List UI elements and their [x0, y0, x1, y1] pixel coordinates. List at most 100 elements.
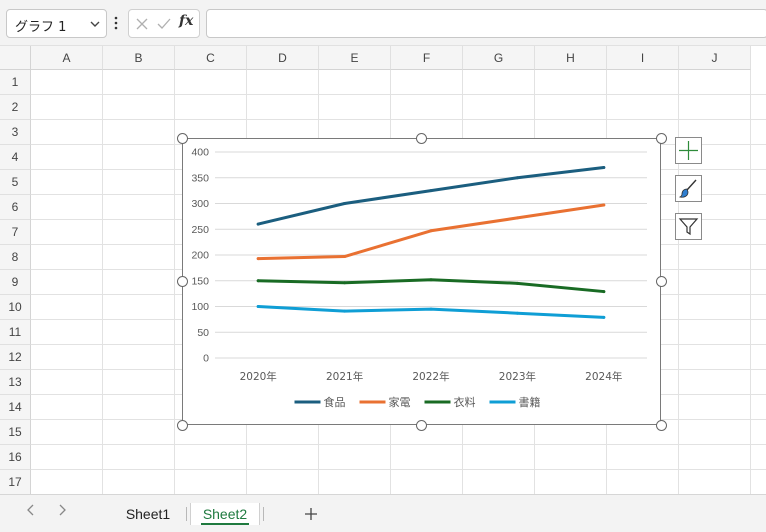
resize-handle[interactable] [415, 419, 427, 431]
row-header-17[interactable]: 17 [0, 470, 31, 495]
tab-sheet1[interactable]: Sheet1 [113, 503, 183, 525]
data-point [256, 279, 260, 283]
y-tick-label: 200 [191, 250, 209, 262]
row-header-6[interactable]: 6 [0, 195, 31, 220]
data-point [429, 278, 433, 282]
gridline-horizontal [31, 119, 766, 120]
tab-sheet2-label: Sheet2 [202, 506, 248, 522]
more-options-icon[interactable] [112, 15, 120, 31]
chevron-down-icon[interactable] [89, 18, 101, 30]
chart-elements-button[interactable] [675, 137, 702, 164]
chart-filters-button[interactable] [675, 213, 702, 240]
legend-label: 書籍 [519, 395, 541, 409]
chart-styles-button[interactable] [675, 175, 702, 202]
column-header-b[interactable]: B [103, 46, 175, 70]
row-header-13[interactable]: 13 [0, 370, 31, 395]
y-tick-label: 0 [203, 353, 209, 365]
x-tick-label: 2024年 [585, 370, 622, 383]
row-header-9[interactable]: 9 [0, 270, 31, 295]
gridline-horizontal [31, 444, 766, 445]
y-tick-label: 100 [191, 301, 209, 313]
data-point [343, 202, 347, 205]
row-header-16[interactable]: 16 [0, 445, 31, 470]
cancel-icon[interactable] [133, 15, 151, 33]
data-point [602, 165, 606, 169]
column-header-f[interactable]: F [391, 46, 463, 70]
series-line-3 [256, 278, 606, 294]
x-tick-label: 2021年 [326, 370, 363, 383]
filter-icon [678, 218, 699, 236]
column-header-g[interactable]: G [463, 46, 535, 70]
x-tick-label: 2023年 [499, 370, 536, 383]
row-header-11[interactable]: 11 [0, 320, 31, 345]
resize-handle[interactable] [655, 132, 667, 144]
row-header-14[interactable]: 14 [0, 395, 31, 420]
x-tick-label: 2022年 [412, 370, 449, 383]
tab-sheet2[interactable]: Sheet2 [190, 503, 260, 525]
column-header-d[interactable]: D [247, 46, 319, 70]
row-header-7[interactable]: 7 [0, 220, 31, 245]
formula-input[interactable] [206, 9, 766, 38]
resize-handle[interactable] [176, 419, 188, 431]
row-header-4[interactable]: 4 [0, 145, 31, 170]
legend-label: 衣料 [454, 395, 476, 409]
gridline-vertical [174, 70, 175, 494]
legend-label: 食品 [324, 395, 346, 409]
active-tab-indicator [201, 523, 249, 525]
y-tick-label: 250 [191, 224, 209, 236]
legend-label: 家電 [389, 395, 411, 409]
column-header-a[interactable]: A [31, 46, 103, 70]
plus-icon [679, 141, 698, 160]
data-point [256, 305, 260, 308]
previous-sheet-icon[interactable] [24, 503, 38, 517]
y-tick-label: 350 [191, 172, 209, 184]
column-header-e[interactable]: E [319, 46, 391, 70]
insert-function-icon[interactable]: fx [179, 13, 197, 31]
sheet-tab-bar: Sheet1 Sheet2 [0, 494, 766, 532]
data-point [343, 255, 347, 259]
gridline-vertical [750, 70, 751, 494]
row-header-5[interactable]: 5 [0, 170, 31, 195]
data-point [429, 229, 433, 233]
data-point [602, 203, 606, 207]
data-point [256, 257, 260, 261]
paintbrush-icon [678, 179, 697, 198]
row-header-1[interactable]: 1 [0, 70, 31, 95]
y-tick-label: 50 [197, 327, 209, 339]
select-all-corner[interactable] [0, 46, 31, 70]
tab-separator [263, 507, 264, 521]
tab-separator [186, 507, 187, 521]
next-sheet-icon[interactable] [55, 503, 69, 517]
column-header-c[interactable]: C [175, 46, 247, 70]
enter-icon[interactable] [155, 15, 173, 33]
resize-handle[interactable] [176, 132, 188, 144]
data-point [343, 309, 347, 313]
row-header-15[interactable]: 15 [0, 420, 31, 445]
resize-handle[interactable] [176, 275, 188, 287]
data-point [515, 216, 519, 220]
name-box-value: グラフ 1 [15, 20, 67, 35]
data-point [602, 290, 606, 294]
row-header-2[interactable]: 2 [0, 95, 31, 120]
name-box[interactable]: グラフ 1 [6, 9, 107, 38]
add-sheet-icon[interactable] [303, 506, 319, 522]
row-header-10[interactable]: 10 [0, 295, 31, 320]
gridline-horizontal [31, 469, 766, 470]
column-header-j[interactable]: J [679, 46, 751, 70]
row-header-8[interactable]: 8 [0, 245, 31, 270]
line-chart: 0 50 100 150 200 250 300 350 400 2020年 2021年 2022年 2… [191, 147, 647, 409]
resize-handle[interactable] [415, 132, 427, 144]
row-header-12[interactable]: 12 [0, 345, 31, 370]
formula-bar-area: グラフ 1 fx [0, 0, 766, 46]
data-point [602, 315, 606, 319]
resize-handle[interactable] [655, 419, 667, 431]
y-tick-label: 150 [191, 275, 209, 287]
column-header-i[interactable]: I [607, 46, 679, 70]
resize-handle[interactable] [655, 275, 667, 287]
series-line-1 [256, 165, 606, 226]
gridline-vertical [102, 70, 103, 494]
x-tick-label: 2020年 [240, 370, 277, 383]
column-header-h[interactable]: H [535, 46, 607, 70]
row-header-3[interactable]: 3 [0, 120, 31, 145]
chart[interactable]: 0 50 100 150 200 250 300 350 400 2020年 2021年 2022年 2… [182, 138, 661, 425]
